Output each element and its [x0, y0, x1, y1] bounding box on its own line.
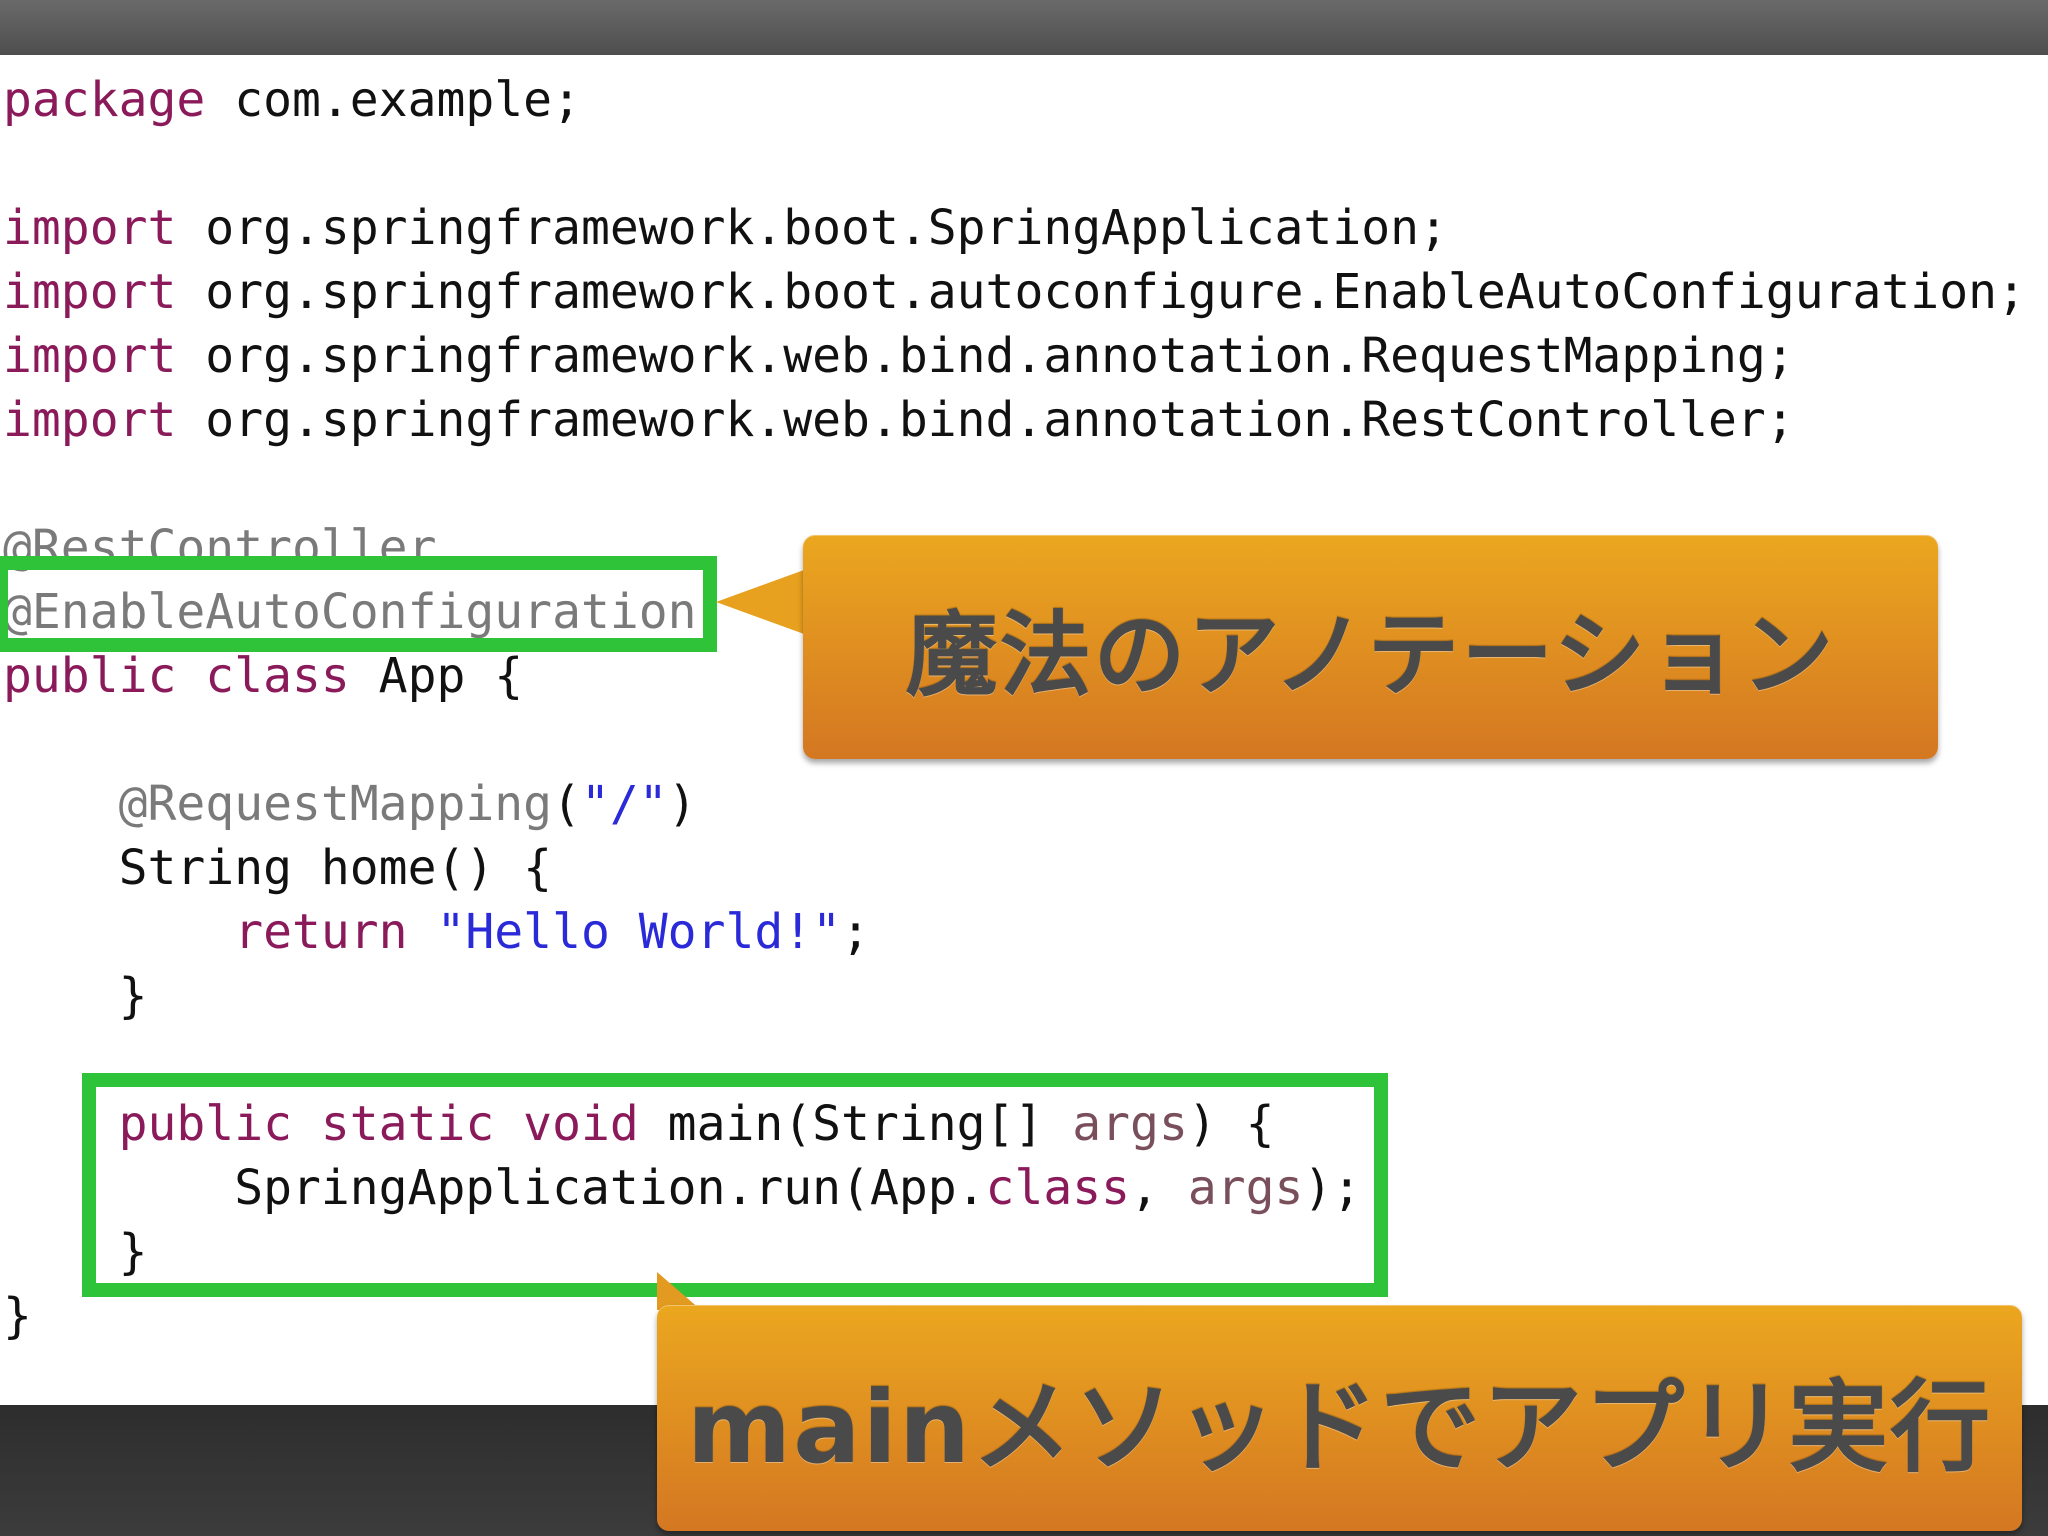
code-token: org.springframework.boot.autoconfigure.E… — [176, 264, 2026, 320]
code-token: import — [3, 392, 177, 448]
code-line: import org.springframework.web.bind.anno… — [3, 324, 2026, 388]
code-token: } — [3, 1288, 32, 1344]
code-token: App { — [349, 648, 524, 704]
code-token: ) — [667, 776, 697, 832]
code-line: import org.springframework.boot.SpringAp… — [3, 196, 2026, 260]
annotation-callout-pointer — [716, 570, 804, 634]
code-line: @RequestMapping("/") — [3, 772, 2026, 836]
code-token: return — [3, 904, 408, 960]
code-token: ; — [841, 904, 870, 960]
code-line: return "Hello World!"; — [3, 900, 2026, 964]
code-line: import org.springframework.web.bind.anno… — [3, 388, 2026, 452]
annotation-callout-label: 魔法のアノテーション — [905, 601, 1836, 709]
main-method-callout: mainメソッドでアプリ実行 — [657, 1305, 2022, 1531]
annotation-callout: 魔法のアノテーション — [803, 535, 1938, 759]
code-token: package — [3, 72, 206, 128]
code-token: public class — [3, 648, 350, 704]
code-token: org.springframework.boot.SpringApplicati… — [176, 200, 1448, 256]
code-line: } — [3, 964, 2026, 1028]
main-method-highlight-box — [82, 1073, 1388, 1297]
code-line: String home() { — [3, 836, 2026, 900]
annotation-highlight-box — [0, 556, 717, 652]
code-token: import — [3, 264, 177, 320]
main-method-callout-label: mainメソッドでアプリ実行 — [686, 1368, 1993, 1486]
code-token: com.example; — [205, 72, 581, 128]
top-bar — [0, 0, 2048, 55]
code-line: import org.springframework.boot.autoconf… — [3, 260, 2026, 324]
code-line: package com.example; — [3, 68, 2026, 132]
code-token: org.springframework.web.bind.annotation.… — [176, 392, 1795, 448]
code-token: } — [3, 968, 148, 1024]
code-token: "Hello World!" — [436, 904, 842, 960]
code-token: org.springframework.web.bind.annotation.… — [176, 328, 1795, 384]
code-token: @RequestMapping — [3, 776, 553, 832]
code-token: String home() { — [3, 840, 553, 896]
code-token: "/" — [580, 776, 668, 832]
code-token: import — [3, 328, 177, 384]
code-token: ( — [552, 776, 581, 832]
code-token: import — [3, 200, 177, 256]
